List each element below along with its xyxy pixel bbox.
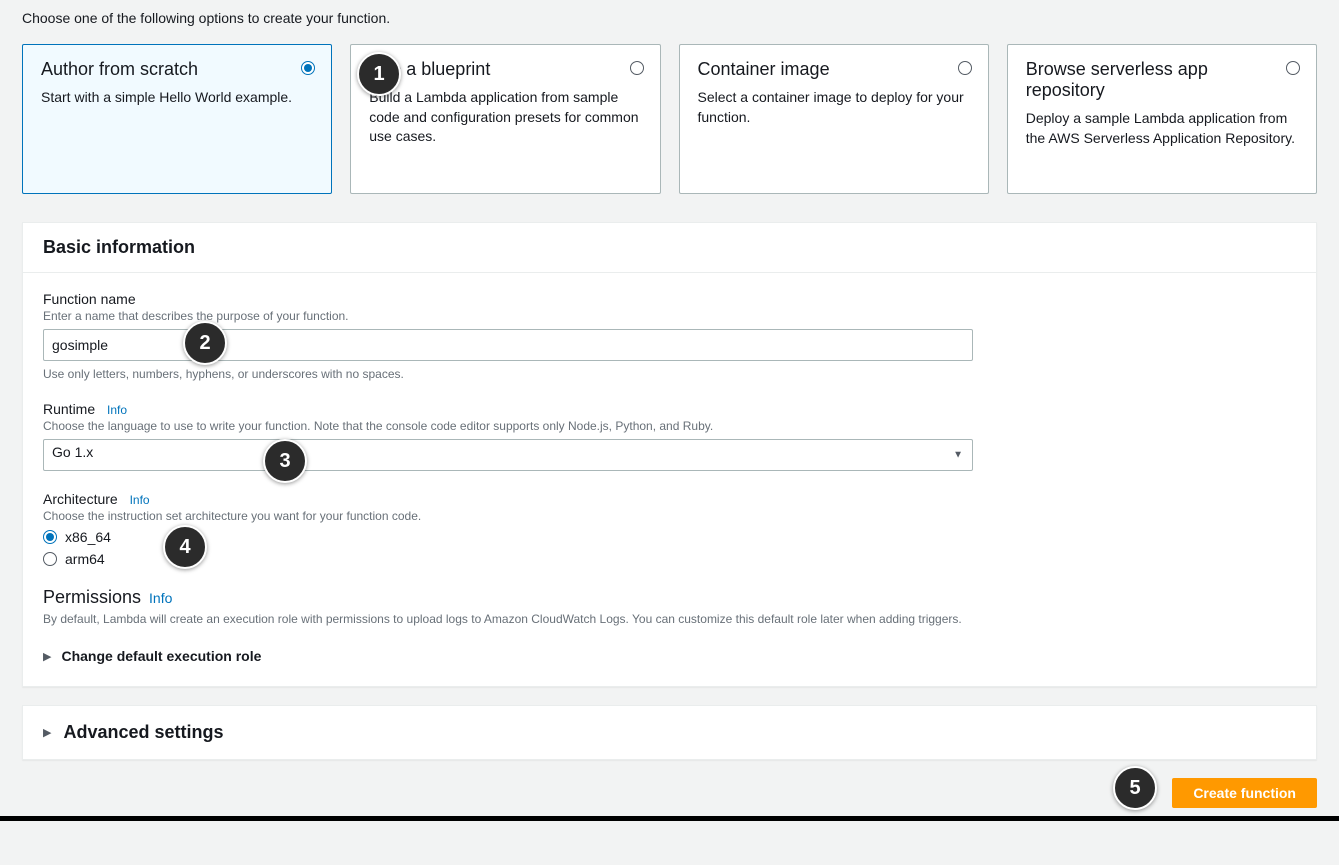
- option-title: Author from scratch: [41, 59, 313, 80]
- architecture-field: 4 Architecture Info Choose the instructi…: [43, 491, 1296, 567]
- function-name-label: Function name: [43, 291, 1296, 307]
- option-desc: Select a container image to deploy for y…: [698, 88, 970, 127]
- option-desc: Deploy a sample Lambda application from …: [1026, 109, 1298, 148]
- permissions-info-link[interactable]: Info: [149, 590, 172, 606]
- advanced-settings-panel: ▶ Advanced settings: [22, 705, 1317, 760]
- function-name-hint: Enter a name that describes the purpose …: [43, 309, 1296, 323]
- radio-icon: [630, 61, 644, 75]
- radio-icon: [958, 61, 972, 75]
- permissions-desc: By default, Lambda will create an execut…: [43, 612, 1296, 626]
- create-function-button[interactable]: Create function: [1172, 778, 1317, 808]
- architecture-info-link[interactable]: Info: [130, 493, 150, 507]
- option-title: Browse serverless app repository: [1026, 59, 1298, 101]
- option-desc: Build a Lambda application from sample c…: [369, 88, 641, 147]
- bottom-strip: [0, 816, 1339, 821]
- step-badge-5: 5: [1113, 766, 1157, 810]
- chevron-right-icon: ▶: [43, 650, 51, 663]
- architecture-label: Architecture Info: [43, 491, 1296, 507]
- architecture-hint: Choose the instruction set architecture …: [43, 509, 1296, 523]
- option-title: Container image: [698, 59, 970, 80]
- option-serverless-repo[interactable]: Browse serverless app repository Deploy …: [1007, 44, 1317, 194]
- runtime-field: 3 Runtime Info Choose the language to us…: [43, 401, 1296, 471]
- change-execution-role-label: Change default execution role: [61, 648, 261, 664]
- option-container-image[interactable]: Container image Select a container image…: [679, 44, 989, 194]
- advanced-settings-title: Advanced settings: [63, 722, 223, 743]
- permissions-section: Permissions Info By default, Lambda will…: [43, 587, 1296, 626]
- architecture-option-arm64[interactable]: arm64: [43, 551, 1296, 567]
- chevron-right-icon: ▶: [43, 726, 51, 739]
- intro-text: Choose one of the following options to c…: [22, 0, 1317, 36]
- runtime-select[interactable]: Go 1.x: [43, 439, 973, 471]
- option-desc: Start with a simple Hello World example.: [41, 88, 313, 108]
- runtime-info-link[interactable]: Info: [107, 403, 127, 417]
- option-use-blueprint[interactable]: Use a blueprint Build a Lambda applicati…: [350, 44, 660, 194]
- function-name-constraint: Use only letters, numbers, hyphens, or u…: [43, 367, 1296, 381]
- option-title: Use a blueprint: [369, 59, 641, 80]
- architecture-option-x86[interactable]: x86_64: [43, 529, 1296, 545]
- footer: 5 Create function: [22, 760, 1317, 816]
- radio-label: x86_64: [65, 529, 111, 545]
- panel-header: Basic information: [23, 223, 1316, 273]
- runtime-hint: Choose the language to use to write your…: [43, 419, 1296, 433]
- advanced-settings-toggle[interactable]: ▶ Advanced settings: [43, 722, 1296, 743]
- runtime-label: Runtime Info: [43, 401, 1296, 417]
- basic-info-heading: Basic information: [43, 237, 1296, 258]
- radio-label: arm64: [65, 551, 105, 567]
- radio-icon: [43, 552, 57, 566]
- permissions-heading: Permissions: [43, 587, 141, 608]
- option-author-from-scratch[interactable]: Author from scratch Start with a simple …: [22, 44, 332, 194]
- architecture-label-text: Architecture: [43, 491, 118, 507]
- function-name-field: 2 Function name Enter a name that descri…: [43, 291, 1296, 381]
- creation-option-row: 1 Author from scratch Start with a simpl…: [22, 44, 1317, 194]
- radio-icon: [1286, 61, 1300, 75]
- runtime-label-text: Runtime: [43, 401, 95, 417]
- function-name-input[interactable]: [43, 329, 973, 361]
- radio-icon: [43, 530, 57, 544]
- change-execution-role-toggle[interactable]: ▶ Change default execution role: [43, 632, 1296, 666]
- basic-information-panel: Basic information 2 Function name Enter …: [22, 222, 1317, 687]
